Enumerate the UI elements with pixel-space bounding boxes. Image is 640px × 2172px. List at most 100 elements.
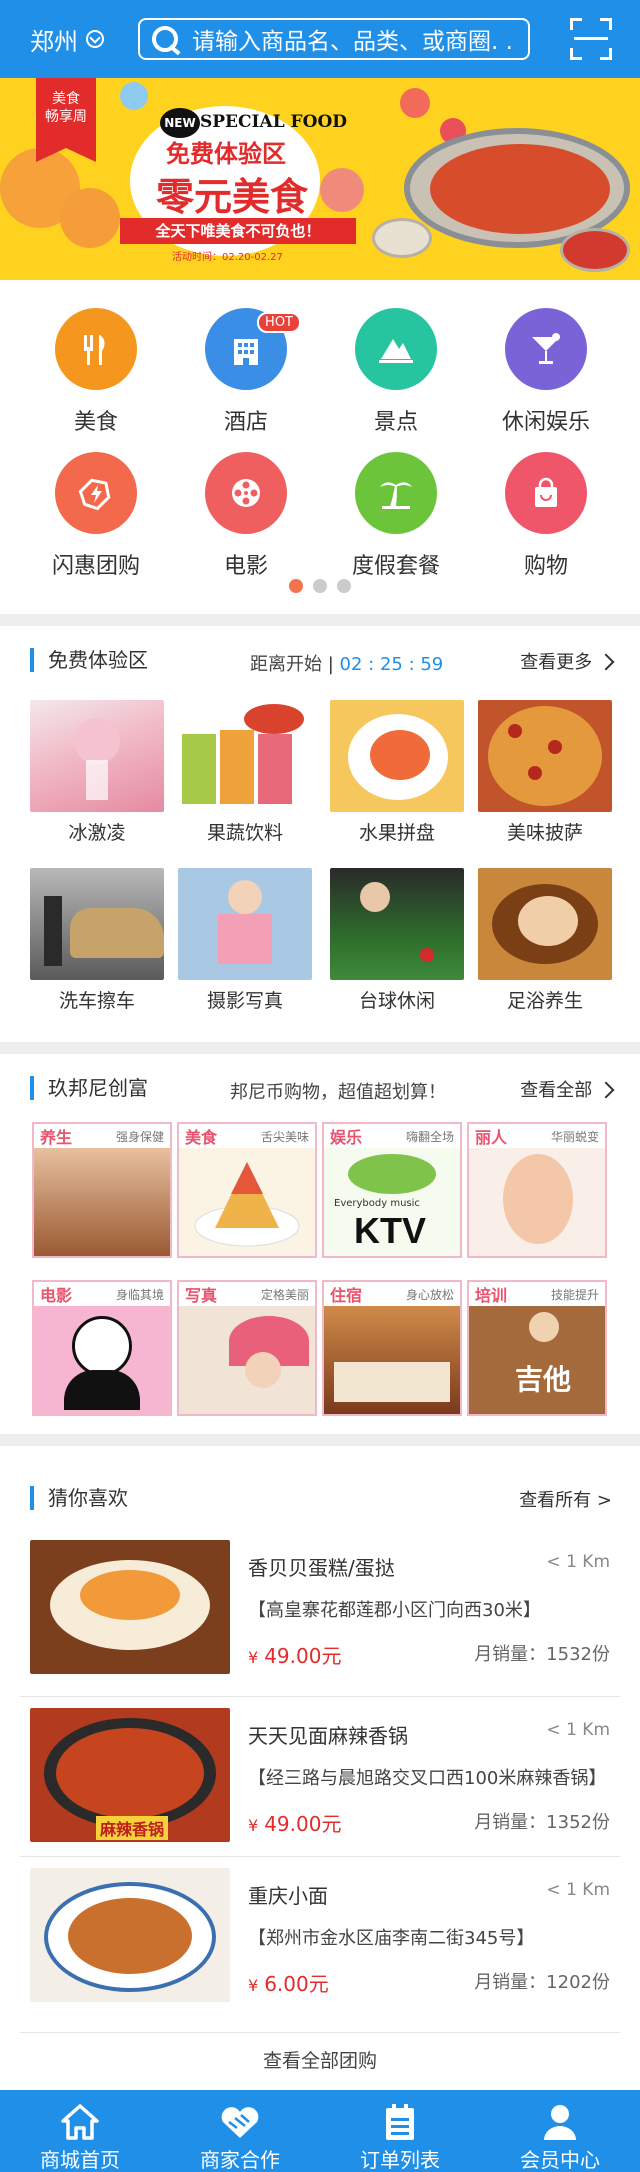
billiards-image	[330, 868, 464, 980]
cutlery-icon	[55, 308, 137, 390]
page-dot[interactable]	[337, 579, 351, 593]
category-leisure[interactable]: 休闲娱乐	[466, 308, 626, 436]
bottom-tab-bar: 商城首页 商家合作 订单列表 会员中心	[0, 2090, 640, 2172]
rich-item-movie[interactable]: 电影 身临其境	[32, 1280, 172, 1416]
list-item[interactable]: 麻辣香锅 天天见面麻辣香锅 < 1 Km 【经三路与晨旭路交叉口西100米麻辣香…	[0, 1708, 640, 1868]
guitar-image: 吉他	[469, 1306, 605, 1414]
photo-shoot-image	[178, 868, 312, 980]
banner-tag: 美食 畅享周	[36, 78, 96, 162]
rich-item-title: 丽人	[475, 1128, 508, 1147]
tab-member[interactable]: 会员中心	[480, 2090, 640, 2172]
rich-item-food[interactable]: 美食 舌尖美味	[177, 1122, 317, 1258]
category-label: 美食	[73, 410, 118, 435]
section-title: 免费体验区	[30, 648, 148, 672]
rich-item-training[interactable]: 培训 技能提升 吉他	[467, 1280, 607, 1416]
promo-banner[interactable]: 美食 畅享周 NEW SPECIAL FOOD 免费体验区 零元美食 全天下唯美…	[0, 78, 640, 280]
free-item-fruit-platter[interactable]: 水果拼盘	[330, 700, 464, 845]
order-list-icon	[320, 2098, 480, 2142]
free-item-icecream[interactable]: 冰激凌	[30, 700, 164, 845]
banner-free: 免费体验区	[166, 140, 286, 168]
hot-badge: HOT	[257, 312, 301, 333]
item-caption: 足浴养生	[506, 990, 583, 1012]
rich-item-beauty[interactable]: 丽人 华丽蜕变	[467, 1122, 607, 1258]
free-item-photo[interactable]: 摄影写真	[178, 868, 312, 1013]
category-scenery[interactable]: 景点	[316, 308, 476, 436]
rich-item-sub: 舌尖美味	[260, 1129, 309, 1144]
shop-name: 天天见面麻辣香锅	[248, 1724, 408, 1748]
rich-item-sub: 身临其境	[115, 1287, 164, 1302]
tab-home[interactable]: 商城首页	[0, 2090, 160, 2172]
rich-item-lodging[interactable]: 住宿 身心放松	[322, 1280, 462, 1416]
food-pyramid-image	[179, 1148, 315, 1256]
scan-icon[interactable]	[570, 18, 612, 60]
banner-tag-line1: 美食	[52, 91, 80, 107]
palm-tree-icon	[355, 452, 437, 534]
view-all-link[interactable]: 查看全部	[520, 1076, 615, 1102]
countdown-label: 距离开始	[250, 654, 322, 675]
category-label: 休闲娱乐	[501, 410, 590, 435]
section-title: 猜你喜欢	[30, 1486, 128, 1510]
rich-item-entertainment[interactable]: 娱乐 嗨翻全场 Everybody music KTV	[322, 1122, 462, 1258]
monthly-sales: 月销量：1352份	[474, 1812, 610, 1833]
search-input[interactable]: 请输入商品名、品类、或商圈. . .	[138, 18, 530, 60]
distance: < 1 Km	[546, 1720, 610, 1740]
page-dot[interactable]	[313, 579, 327, 593]
rich-item-wellness[interactable]: 养生 强身保健	[32, 1122, 172, 1258]
scenery-icon	[355, 308, 437, 390]
view-more-link[interactable]: 查看更多	[520, 648, 615, 674]
spicy-pot-image: 麻辣香锅	[30, 1708, 230, 1842]
ktv-small-text: Everybody music	[334, 1198, 420, 1209]
carwash-image	[30, 868, 164, 980]
free-item-billiards[interactable]: 台球休闲	[330, 868, 464, 1013]
portrait-image	[179, 1306, 315, 1414]
list-item[interactable]: 香贝贝蛋糕/蛋挞 < 1 Km 【高皇寨花都莲郡小区门向西30米】 ¥49.00…	[0, 1540, 640, 1700]
rich-item-title: 培训	[475, 1286, 508, 1305]
chevron-right-icon	[597, 653, 615, 671]
handshake-icon	[160, 2098, 320, 2142]
pizza-image	[478, 700, 612, 812]
free-item-juice[interactable]: 果蔬饮料	[178, 700, 312, 845]
free-item-foot-spa[interactable]: 足浴养生	[478, 868, 612, 1013]
tab-label: 订单列表	[360, 2148, 440, 2172]
shopping-bag-icon	[505, 452, 587, 534]
cake-image	[30, 1540, 230, 1674]
foot-spa-image	[478, 868, 612, 980]
list-item[interactable]: 重庆小面 < 1 Km 【郑州市金水区庙李南二街345号】 ¥6.00元 月销量…	[0, 1868, 640, 2028]
price: ¥6.00元	[248, 1968, 329, 1997]
category-vacation[interactable]: 度假套餐	[316, 452, 476, 580]
tab-orders[interactable]: 订单列表	[320, 2090, 480, 2172]
banner-ribbon: 全天下唯美食不可负也！	[120, 218, 356, 244]
rich-item-sub: 强身保健	[115, 1129, 164, 1144]
view-all-label: 查看全部	[520, 1080, 593, 1101]
tab-label: 商城首页	[40, 2148, 120, 2172]
section-slogan: 邦尼币购物，超值超划算！	[230, 1082, 446, 1103]
item-caption: 水果拼盘	[358, 822, 435, 844]
view-more-label: 查看更多	[520, 652, 593, 673]
category-movie[interactable]: 电影	[166, 452, 326, 580]
city-selector[interactable]: 郑州	[30, 22, 104, 57]
category-shopping[interactable]: 购物	[466, 452, 626, 580]
section-title: 玖邦尼创富	[30, 1076, 148, 1100]
view-all-group-buy-link[interactable]: 查看全部团购	[0, 2046, 640, 2073]
category-food[interactable]: 美食	[16, 308, 176, 436]
flash-deal-icon	[55, 452, 137, 534]
rich-item-portrait[interactable]: 写真 定格美丽	[177, 1280, 317, 1416]
free-item-carwash[interactable]: 洗车擦车	[30, 868, 164, 1013]
item-caption: 美味披萨	[506, 822, 583, 844]
rich-item-sub: 技能提升	[550, 1287, 599, 1302]
category-label: 景点	[373, 410, 418, 435]
banner-headline: 零元美食	[156, 175, 309, 219]
category-hotel[interactable]: HOT 酒店	[166, 308, 326, 436]
lodging-image	[324, 1306, 460, 1414]
city-label: 郑州	[30, 27, 78, 56]
tab-partnership[interactable]: 商家合作	[160, 2090, 320, 2172]
banner-date: 活动时间：02.20-02.27	[172, 252, 283, 263]
free-item-pizza[interactable]: 美味披萨	[478, 700, 612, 845]
rich-item-title: 电影	[40, 1286, 73, 1305]
cocktail-icon	[505, 308, 587, 390]
category-flash-deal[interactable]: 闪惠团购	[16, 452, 176, 580]
page-dot-active[interactable]	[289, 579, 303, 593]
decor-circle	[400, 88, 430, 118]
view-all-link[interactable]: 查看所有 >	[519, 1486, 612, 1512]
search-icon	[150, 24, 184, 54]
